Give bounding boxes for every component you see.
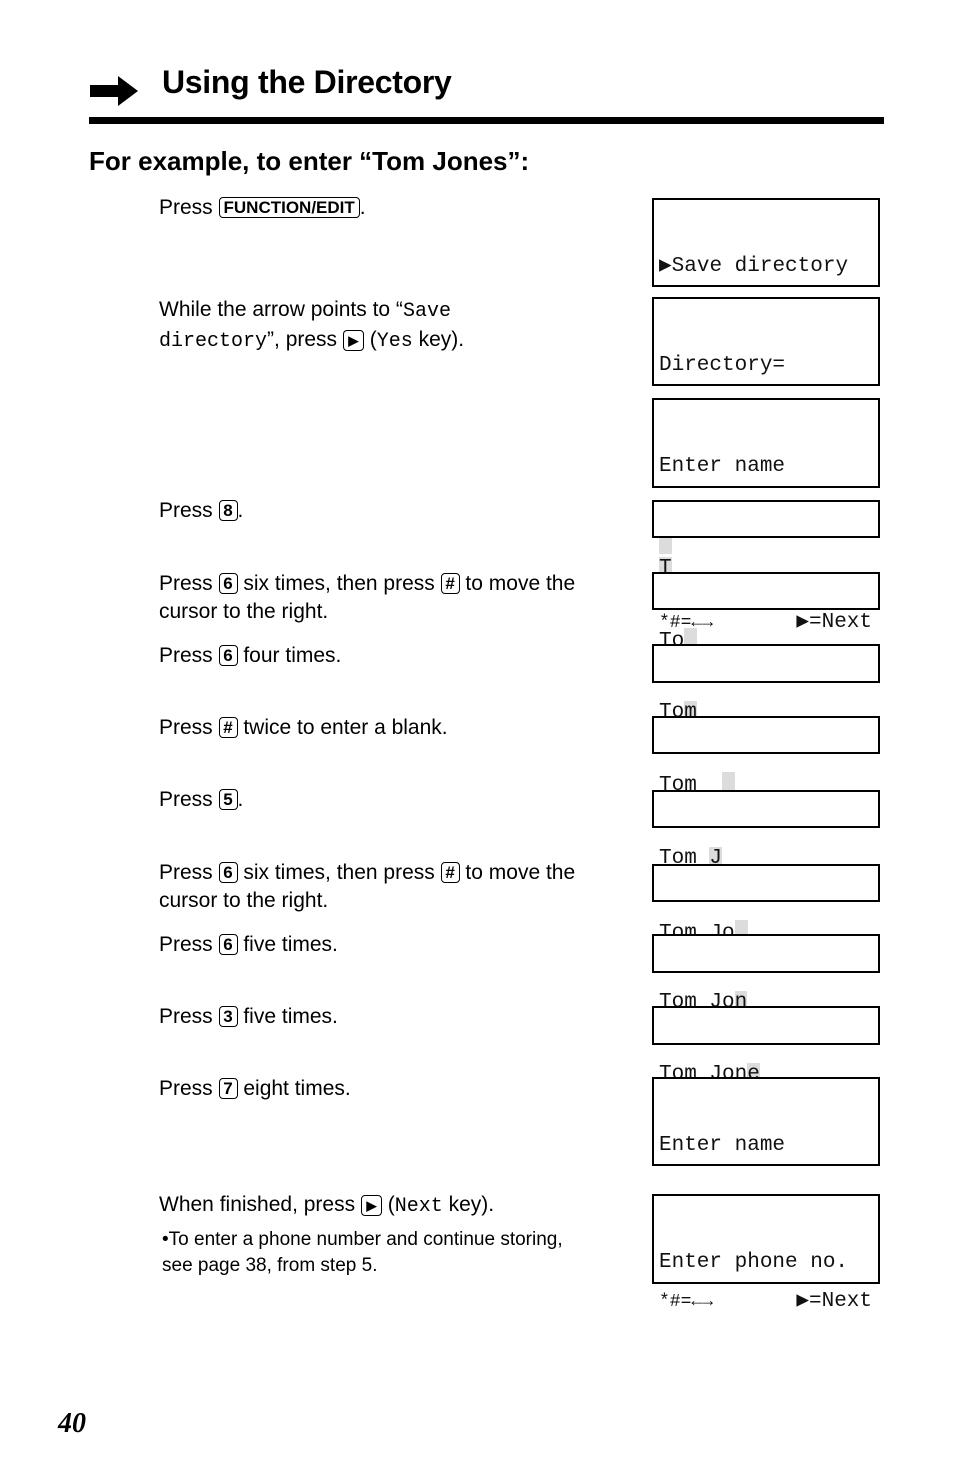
key-6: 6 [218, 573, 238, 594]
lcd-display-Tom-Jo: Tom Jo [652, 864, 880, 945]
step-10: Press 3 five times. [159, 1005, 338, 1028]
page-number: 40 [58, 1408, 86, 1439]
step-11: Press 7 eight times. [159, 1077, 351, 1100]
lcd-display-directory-count: Directory= 20 items [652, 297, 880, 455]
section-subtitle: For example, to enter “Tom Jones”: [89, 146, 530, 176]
lcd-display-To: To [652, 572, 880, 653]
step-6: Press # twice to enter a blank. [159, 716, 448, 739]
lcd-display-Tom: Tom [652, 644, 880, 724]
step-5: Press 6 four times. [159, 644, 342, 667]
key-6: 6 [218, 934, 238, 955]
step-7: Press 5. [159, 788, 244, 811]
lcd-display-Tom-blank: Tom [652, 716, 880, 797]
page-title: Using the Directory [162, 64, 452, 100]
right-arrow-icon [90, 76, 138, 106]
lcd-display-Tom-Jon: Tom Jon [652, 934, 880, 1014]
key-3: 3 [218, 1006, 238, 1027]
step-8: Press 6 six times, then press # to move … [159, 861, 576, 912]
step-4: Press 6 six times, then press # to move … [159, 572, 576, 623]
key-5: 5 [218, 789, 238, 810]
step-2: While the arrow points to “Save director… [159, 298, 465, 353]
key-hash: # [440, 573, 460, 594]
lcd-display-Tom-J: Tom J [652, 790, 880, 870]
key-hash: # [440, 862, 460, 883]
lcd-display-Tom-Jones: Enter name Tom Jones *#=←→▶=Next [652, 1077, 880, 1313]
title-divider [89, 117, 884, 124]
lcd-display-menu: ▶Save directory Ringer volume ▼▲▶=Yes [652, 198, 880, 434]
key-6: 6 [218, 862, 238, 883]
key-8: 8 [218, 500, 238, 521]
play-key-icon: ▶ [342, 330, 364, 351]
note-phone-number: •To enter a phone number and continue st… [162, 1229, 563, 1276]
step-12: When finished, press ▶ (Next key). [159, 1193, 495, 1218]
key-6: 6 [218, 645, 238, 666]
function-edit-key: FUNCTION/EDIT [218, 197, 360, 218]
lcd-display-enter-phone: Enter phone no. [652, 1194, 880, 1284]
key-hash: # [218, 717, 238, 738]
lcd-display-Tom-Jone: Tom Jone [652, 1006, 880, 1086]
step-1: Press FUNCTION/EDIT. [159, 196, 366, 219]
lcd-display-T: T [652, 500, 880, 580]
key-7: 7 [218, 1078, 238, 1099]
lcd-display-enter-name: Enter name *#=←→ ▶=Next [652, 398, 880, 634]
step-3: Press 8. [159, 499, 244, 522]
play-key-icon: ▶ [360, 1195, 382, 1216]
step-9: Press 6 five times. [159, 933, 338, 956]
